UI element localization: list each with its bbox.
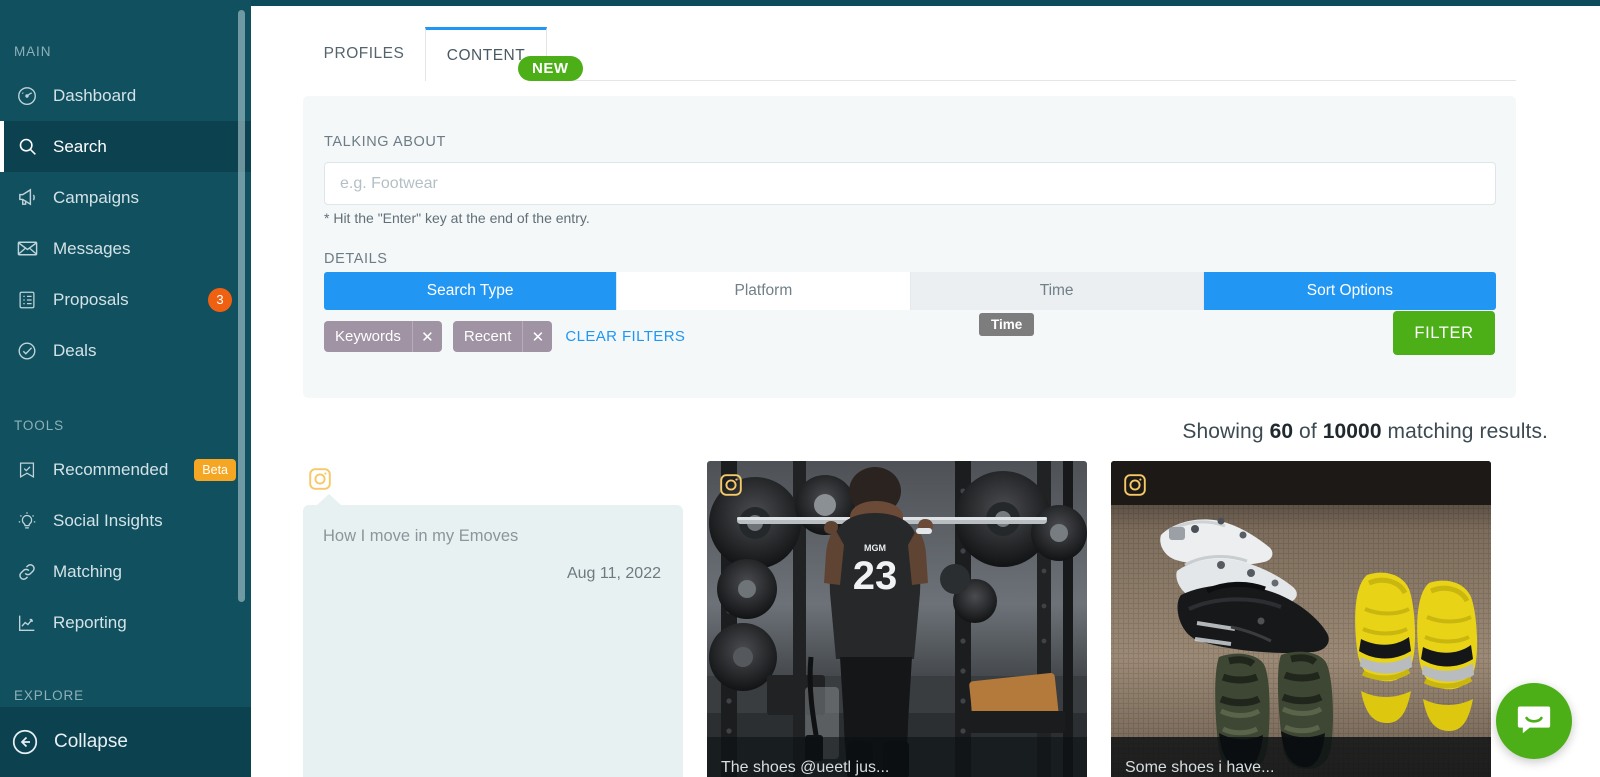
chip-label: Keywords	[335, 328, 401, 345]
post-photo[interactable]: MGM 23 The shoes @ueetl jus...	[707, 461, 1087, 777]
sidebar-item-label: Dashboard	[53, 85, 137, 105]
sidebar-item-matching[interactable]: Matching	[0, 546, 251, 597]
results-count-prefix: Showing	[1182, 420, 1270, 443]
main-content: PROFILES CONTENT NEW TALKING ABOUT * Hit…	[251, 6, 1600, 777]
post-text: How I move in my Emoves	[323, 527, 519, 545]
tab-label: PROFILES	[323, 45, 405, 62]
sidebar-item-label: Matching	[53, 561, 122, 581]
sidebar-item-proposals[interactable]: Proposals 3	[0, 274, 251, 325]
sidebar-item-label: Deals	[53, 340, 97, 360]
sidebar-collapse-button[interactable]: Collapse	[0, 707, 251, 777]
sidebar-item-deals[interactable]: Deals	[0, 325, 251, 376]
results-count-suffix: matching results.	[1381, 420, 1548, 443]
gauge-icon	[14, 83, 40, 109]
sidebar-item-label: Campaigns	[53, 187, 139, 207]
proposals-count-badge: 3	[208, 287, 232, 312]
arrow-left-circle-icon	[10, 727, 40, 757]
segment-label: Sort Options	[1306, 282, 1393, 299]
sidebar-item-campaigns[interactable]: Campaigns	[0, 172, 251, 223]
results-count-middle: of	[1293, 420, 1323, 443]
chat-bubble-icon	[1515, 700, 1553, 743]
segment-platform[interactable]: Platform	[617, 272, 911, 310]
result-card[interactable]: Some shoes i have...	[1111, 461, 1491, 777]
post-date: Aug 11, 2022	[566, 565, 661, 582]
tab-profiles[interactable]: PROFILES	[303, 27, 425, 81]
instagram-icon	[719, 473, 743, 497]
close-icon[interactable]: ✕	[411, 321, 442, 352]
sidebar-item-label: Proposals	[53, 289, 129, 309]
footwear-pile-photo	[1111, 461, 1491, 777]
segment-sort-options[interactable]: Sort Options	[1203, 272, 1496, 310]
svg-text:23: 23	[853, 554, 898, 598]
results-count: Showing 60 of 10000 matching results.	[1182, 420, 1548, 444]
segment-label: Platform	[734, 282, 793, 299]
lightbulb-icon	[14, 508, 40, 534]
envelope-icon	[14, 236, 40, 262]
sidebar-section-main-label: MAIN	[14, 44, 52, 59]
talking-about-label: TALKING ABOUT	[324, 134, 446, 150]
instagram-icon	[1123, 473, 1147, 497]
gym-squat-photo: MGM 23	[707, 461, 1087, 777]
app-root: MAIN Dashboard Search Campaigns Messages…	[0, 0, 1600, 777]
sidebar-item-label: Messages	[53, 238, 131, 258]
results-shown-count: 60	[1269, 420, 1294, 443]
chat-launcher-button[interactable]	[1496, 683, 1572, 759]
talking-about-input[interactable]	[324, 162, 1496, 205]
collapse-label: Collapse	[54, 731, 128, 752]
time-tooltip: Time	[979, 313, 1035, 336]
clipboard-list-icon	[14, 287, 40, 313]
filter-chip-recent[interactable]: Recent ✕	[452, 321, 553, 352]
details-label: DETAILS	[324, 251, 388, 267]
search-icon	[14, 134, 40, 160]
sidebar-item-messages[interactable]: Messages	[0, 223, 251, 274]
sidebar-item-label: Social Insights	[53, 510, 163, 530]
post-text-bubble: How I move in my Emoves Aug 11, 2022	[303, 494, 683, 777]
tab-new-badge: NEW	[518, 56, 583, 81]
bookmark-check-icon	[14, 457, 40, 483]
sidebar-section-explore-label: EXPLORE	[14, 688, 85, 703]
clear-filters-link[interactable]: CLEAR FILTERS	[565, 328, 685, 345]
sidebar-item-label: Search	[53, 136, 107, 156]
svg-text:MGM: MGM	[864, 543, 886, 553]
post-photo[interactable]: Some shoes i have...	[1111, 461, 1491, 777]
sidebar-section-tools-label: TOOLS	[14, 418, 65, 433]
segment-search-type[interactable]: Search Type	[324, 272, 618, 310]
sidebar-item-social-insights[interactable]: Social Insights	[0, 495, 251, 546]
sidebar-item-dashboard[interactable]: Dashboard	[0, 70, 251, 121]
sidebar-item-reporting[interactable]: Reporting	[0, 597, 251, 648]
result-card[interactable]: How I move in my Emoves Aug 11, 2022	[303, 461, 683, 777]
sidebar: MAIN Dashboard Search Campaigns Messages…	[0, 0, 251, 777]
recommended-beta-badge: Beta	[194, 458, 236, 481]
results-grid: How I move in my Emoves Aug 11, 2022 MGM…	[303, 461, 1556, 777]
post-caption: Some shoes i have...	[1111, 737, 1491, 777]
check-circle-icon	[14, 338, 40, 364]
chart-line-icon	[14, 610, 40, 636]
sidebar-scroll-area: MAIN Dashboard Search Campaigns Messages…	[0, 0, 251, 777]
sidebar-item-search[interactable]: Search	[0, 121, 251, 172]
post-caption: The shoes @ueetl jus...	[707, 737, 1087, 777]
chip-label: Recent	[463, 328, 512, 345]
link-icon	[14, 559, 40, 585]
sidebar-scrollbar[interactable]	[238, 10, 245, 602]
instagram-icon	[308, 467, 332, 491]
search-filter-panel: TALKING ABOUT * Hit the "Enter" key at t…	[303, 96, 1516, 398]
segment-time[interactable]: Time	[910, 272, 1204, 310]
results-total-count: 10000	[1322, 420, 1382, 443]
segment-label: Search Type	[426, 282, 514, 299]
tab-label: CONTENT	[446, 46, 526, 64]
filter-button[interactable]: FILTER	[1393, 311, 1495, 355]
details-segmented-control: Search Type Platform Time Sort Options	[324, 272, 1496, 310]
enter-key-hint: * Hit the "Enter" key at the end of the …	[324, 210, 590, 226]
active-filter-chips: Keywords ✕ Recent ✕ CLEAR FILTERS	[324, 321, 685, 352]
sidebar-item-recommended[interactable]: Recommended Beta	[0, 444, 251, 495]
segment-label: Time	[1039, 282, 1074, 299]
result-card[interactable]: MGM 23 The shoes @ueetl jus...	[707, 461, 1087, 777]
sidebar-item-label: Recommended	[53, 459, 169, 479]
sidebar-item-label: Reporting	[53, 612, 127, 632]
filter-chip-keywords[interactable]: Keywords ✕	[324, 321, 442, 352]
tab-bar: PROFILES CONTENT NEW	[303, 27, 1516, 81]
close-icon[interactable]: ✕	[522, 321, 552, 352]
megaphone-icon	[14, 185, 40, 211]
